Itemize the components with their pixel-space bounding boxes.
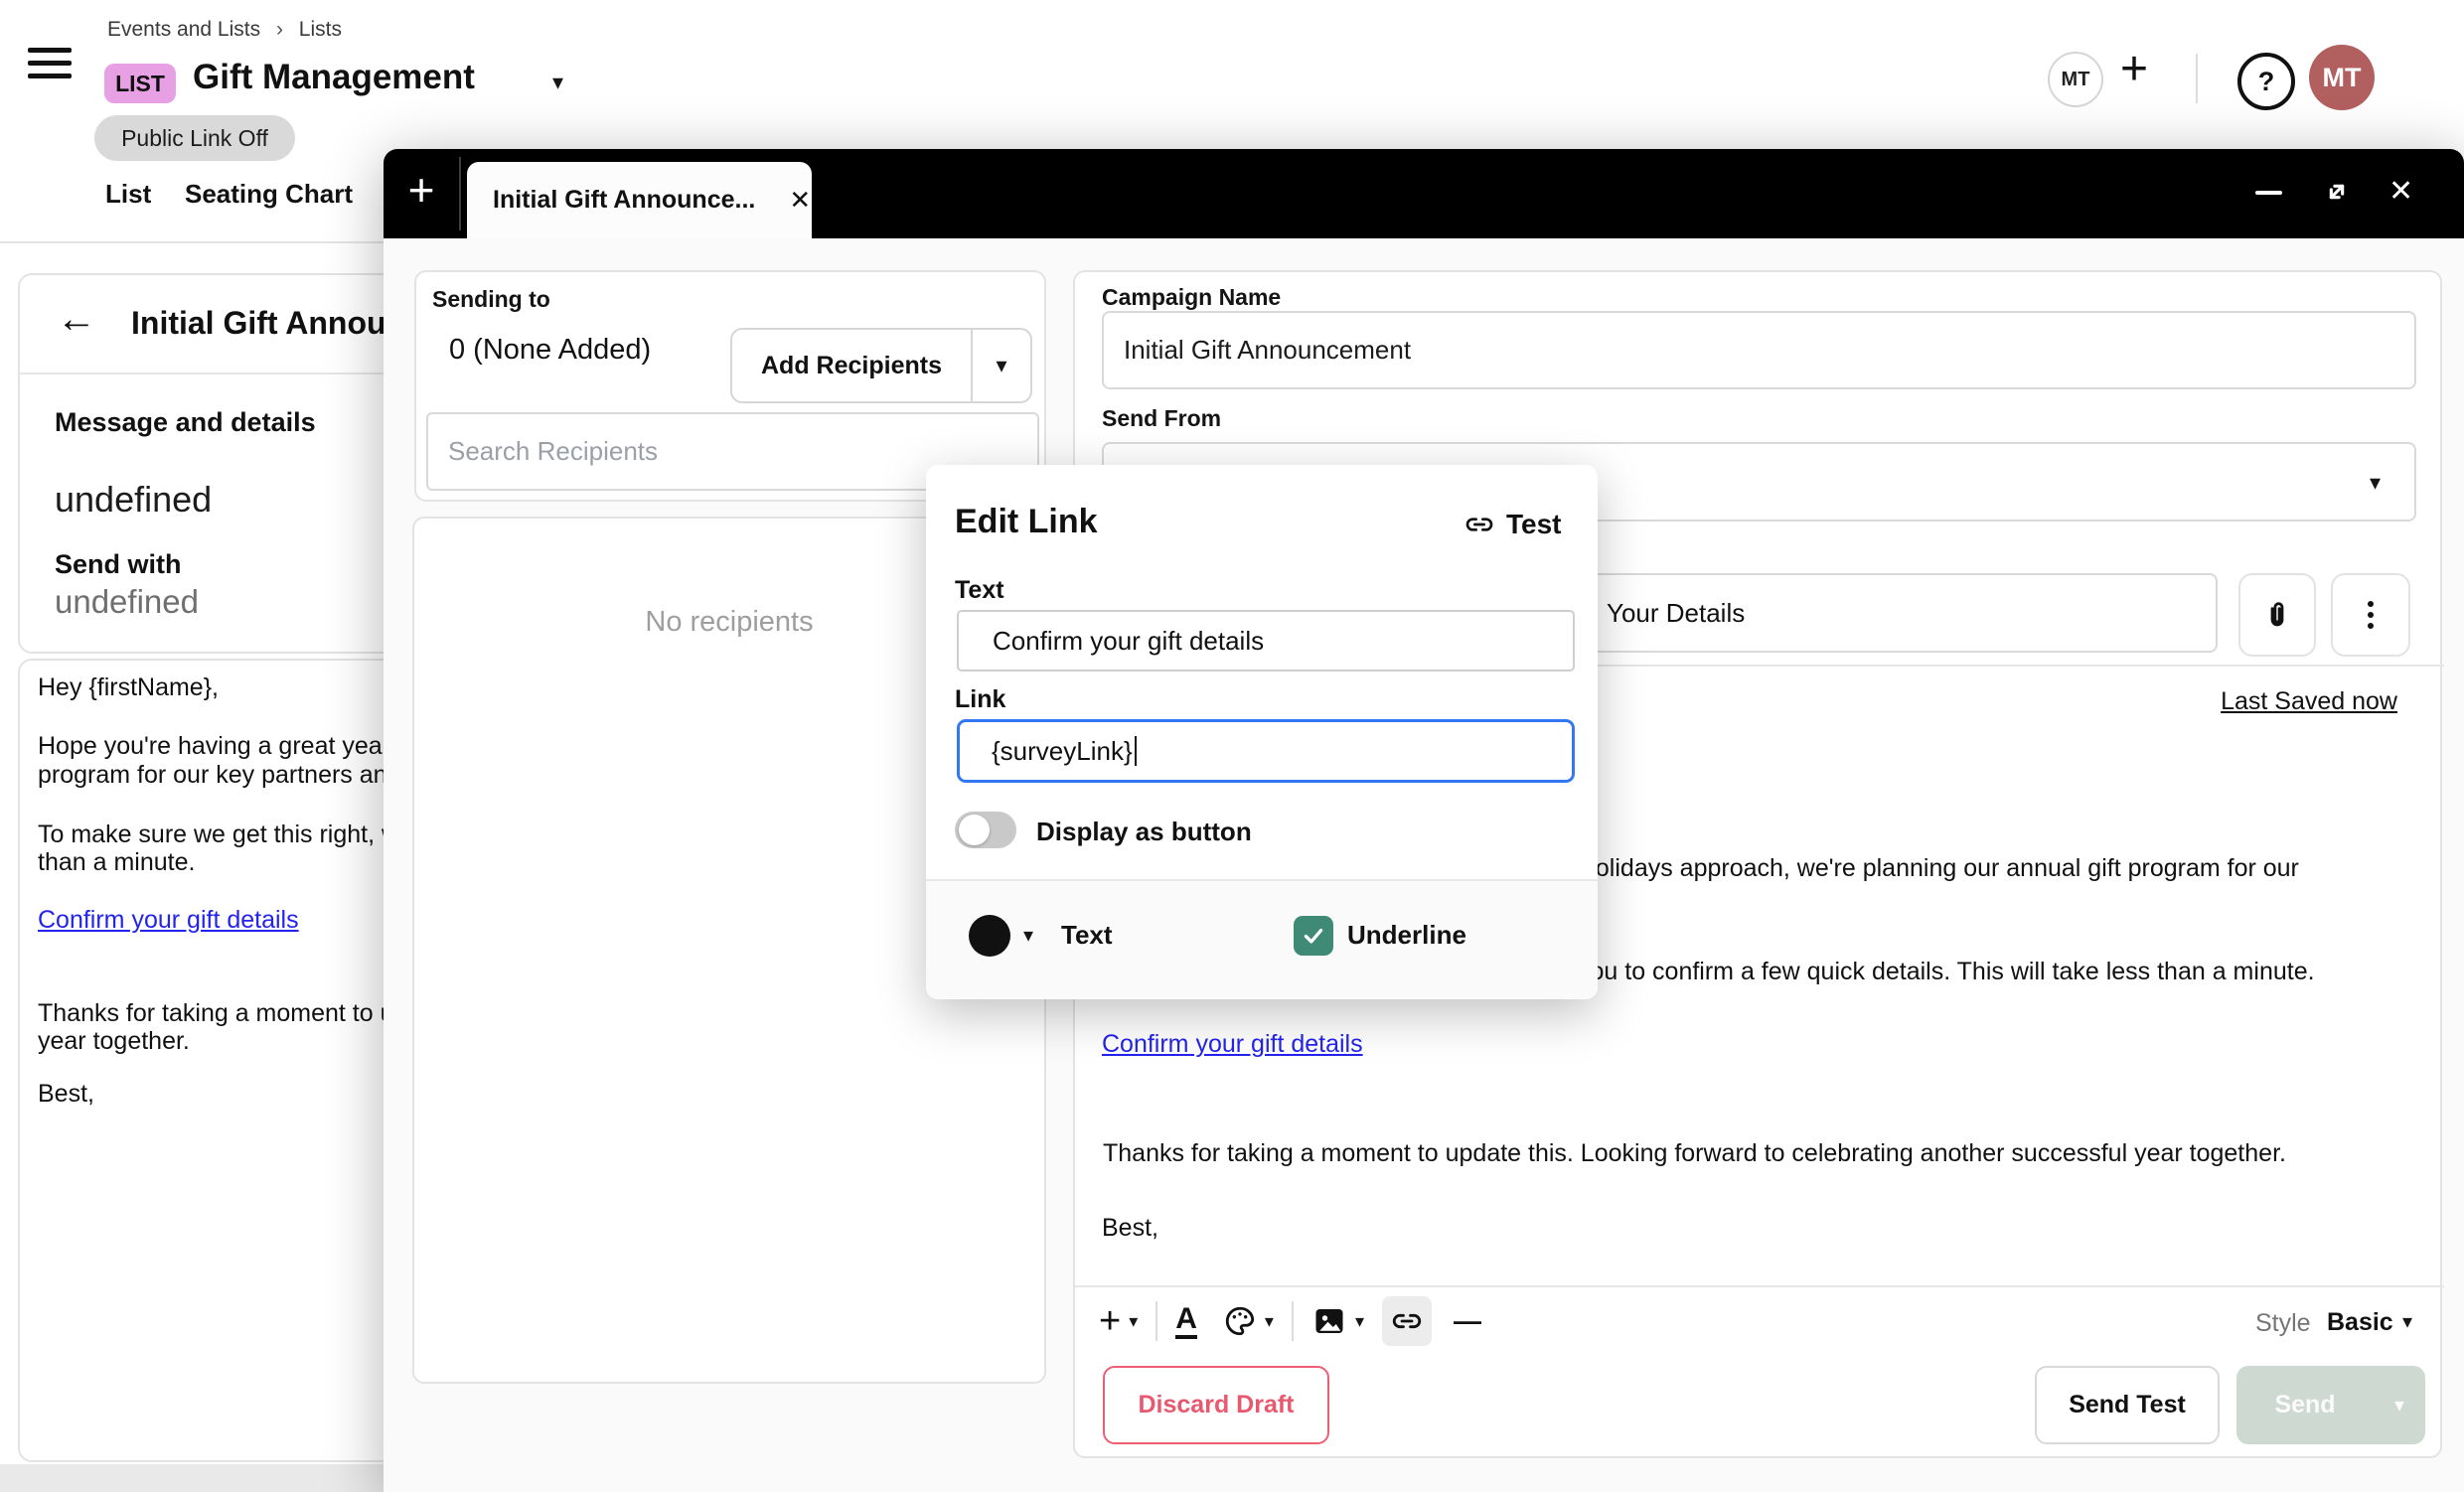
breadcrumb-lists[interactable]: Lists: [299, 18, 342, 41]
modal-header: + Initial Gift Announce... ✕ ✕: [384, 149, 2464, 238]
title-chevron-down-icon[interactable]: ▾: [552, 72, 563, 93]
text-cursor: [1135, 736, 1137, 766]
tab-seating-chart[interactable]: Seating Chart: [185, 179, 353, 210]
link-text-value: Confirm your gift details: [993, 626, 1264, 657]
test-link-button[interactable]: Test: [1506, 509, 1562, 540]
app-root: Events and Lists › Lists LIST Gift Manag…: [0, 0, 2464, 1492]
link-tool-active[interactable]: [1382, 1296, 1432, 1346]
preview-confirm-link[interactable]: Confirm your gift details: [38, 906, 299, 935]
breadcrumb-events-and-lists[interactable]: Events and Lists: [107, 18, 260, 41]
text-color-icon[interactable]: A: [1175, 1304, 1197, 1339]
page-bottom-scroll-strip[interactable]: [0, 1464, 384, 1492]
hamburger-menu-icon[interactable]: [28, 48, 72, 81]
link-url-input[interactable]: {surveyLink}: [957, 719, 1575, 783]
link-icon: [1390, 1304, 1424, 1338]
toolbar-separator: [1292, 1301, 1294, 1341]
tab-list[interactable]: List: [105, 179, 151, 210]
tab-divider: [459, 157, 461, 230]
modal-tab-title: Initial Gift Announce...: [493, 186, 755, 215]
display-as-button-toggle[interactable]: [955, 812, 1016, 848]
message-value: undefined: [55, 479, 212, 521]
preview-line: Hey {firstName},: [38, 673, 219, 702]
insert-chevron-down-icon[interactable]: ▾: [1129, 1312, 1138, 1330]
editor-body-line: holidays approach, we're planning our an…: [1582, 854, 2299, 883]
image-chevron-down-icon[interactable]: ▾: [1355, 1312, 1364, 1330]
test-link-icon: [1463, 509, 1495, 540]
send-test-button[interactable]: Send Test: [2035, 1366, 2220, 1444]
popup-title: Edit Link: [955, 503, 1098, 541]
link-text-label: Text: [955, 576, 1004, 605]
display-as-button-label: Display as button: [1036, 817, 1252, 847]
link-text-input[interactable]: Confirm your gift details: [957, 610, 1575, 671]
editor-toolbar: + ▾ A ▾: [1099, 1299, 1481, 1343]
last-saved-status[interactable]: Last Saved now: [2221, 687, 2397, 716]
insert-plus-icon[interactable]: +: [1099, 1302, 1121, 1340]
editor-body-line: Best,: [1102, 1214, 1158, 1243]
check-icon: [1301, 923, 1326, 949]
add-recipients-button[interactable]: Add Recipients: [732, 352, 971, 380]
preview-line: than a minute.: [38, 848, 195, 877]
color-chevron-down-icon[interactable]: ▾: [1023, 926, 1033, 946]
preview-line: Best,: [38, 1080, 94, 1109]
sending-to-label: Sending to: [432, 286, 550, 313]
editor-confirm-link[interactable]: Confirm your gift details: [1102, 1030, 1363, 1059]
link-url-label: Link: [955, 685, 1005, 714]
campaign-name-input[interactable]: [1102, 311, 2416, 389]
help-icon[interactable]: ?: [2237, 53, 2295, 110]
attachment-button[interactable]: [2238, 573, 2316, 657]
editor-body-line: Thanks for taking a moment to update thi…: [1103, 1139, 2286, 1168]
modal-tab[interactable]: Initial Gift Announce... ✕: [467, 162, 812, 238]
breadcrumb-separator: ›: [276, 18, 283, 41]
add-icon[interactable]: +: [2120, 46, 2148, 93]
section-title: Message and details: [55, 407, 316, 438]
send-with-value: undefined: [55, 583, 199, 621]
palette-icon[interactable]: [1223, 1304, 1257, 1338]
breadcrumb: Events and Lists › Lists: [107, 18, 342, 42]
topbar-divider: [2196, 54, 2198, 103]
recipient-count: 0 (None Added): [449, 334, 651, 367]
paperclip-icon: [2260, 598, 2294, 632]
style-label: Style: [2255, 1309, 2311, 1338]
add-recipients-chevron-down-icon[interactable]: ▾: [973, 355, 1030, 376]
link-url-value: {surveyLink}: [992, 736, 1133, 767]
horizontal-rule-icon[interactable]: —: [1454, 1307, 1481, 1335]
send-with-label: Send with: [55, 549, 182, 580]
underline-checkbox[interactable]: [1294, 916, 1333, 956]
style-chevron-down-icon[interactable]: ▾: [2402, 1312, 2412, 1332]
mini-avatar[interactable]: MT: [2048, 52, 2103, 107]
popup-footer: ▾ Text Underline: [926, 879, 1598, 999]
editor-body-line: you to confirm a few quick details. This…: [1578, 958, 2315, 986]
preview-line: year together.: [38, 1027, 190, 1056]
public-link-status-pill[interactable]: Public Link Off: [94, 115, 295, 161]
send-chevron-down-icon[interactable]: ▾: [2374, 1396, 2425, 1416]
discard-draft-button[interactable]: Discard Draft: [1103, 1366, 1329, 1444]
send-button[interactable]: Send: [2236, 1391, 2374, 1419]
back-arrow-icon[interactable]: ←: [57, 299, 96, 339]
campaign-name-label: Campaign Name: [1102, 284, 1281, 311]
user-avatar[interactable]: MT: [2309, 45, 2375, 110]
page-title: Gift Management: [193, 58, 475, 97]
edit-link-popup: Edit Link Test Text Confirm your gift de…: [926, 465, 1598, 999]
color-swatch[interactable]: [969, 915, 1010, 957]
kebab-menu-icon: [2368, 596, 2374, 634]
toolbar-divider: [1075, 1285, 2444, 1287]
color-target-label: Text: [1061, 920, 1113, 951]
toolbar-separator: [1155, 1301, 1157, 1341]
send-from-chevron-down-icon: ▾: [2370, 472, 2381, 494]
subject-visible-text: Your Details: [1607, 573, 1745, 653]
image-icon[interactable]: [1311, 1303, 1347, 1339]
modal-close-icon[interactable]: ✕: [2388, 177, 2413, 207]
maximize-icon[interactable]: [2320, 175, 2354, 209]
add-recipients-split-button: Add Recipients ▾: [730, 328, 1032, 403]
underline-label: Underline: [1347, 920, 1466, 951]
subject-more-button[interactable]: [2331, 573, 2410, 657]
style-value[interactable]: Basic: [2327, 1308, 2393, 1337]
new-tab-plus-icon[interactable]: +: [403, 165, 439, 221]
palette-chevron-down-icon[interactable]: ▾: [1265, 1312, 1274, 1330]
list-type-badge: LIST: [104, 64, 176, 103]
minimize-icon[interactable]: [2255, 191, 2282, 195]
tab-close-icon[interactable]: ✕: [789, 185, 811, 216]
send-split-button: Send ▾: [2236, 1366, 2425, 1444]
send-from-label: Send From: [1102, 405, 1221, 432]
